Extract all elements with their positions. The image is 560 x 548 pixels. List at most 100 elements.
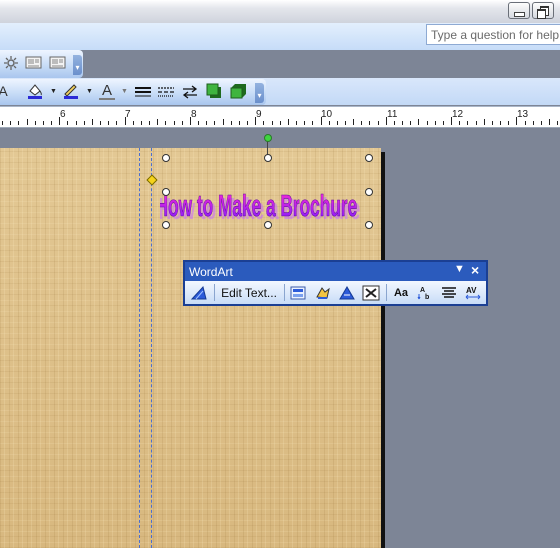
ruler-tick — [263, 121, 264, 125]
ruler-tick — [541, 121, 542, 125]
ruler-tick — [304, 121, 305, 125]
ruler-tick — [427, 121, 428, 125]
insert-wordart-icon[interactable] — [189, 283, 209, 302]
svg-text:A: A — [420, 287, 425, 294]
toolbar-options-icon[interactable]: ▾ — [73, 55, 82, 75]
resize-handle[interactable] — [162, 221, 170, 229]
toolbar-top: ▾ — [0, 50, 83, 78]
ruler-tick — [378, 121, 379, 125]
resize-handle[interactable] — [264, 221, 272, 229]
ruler-tick — [272, 121, 273, 125]
toolbar-dropdown-icon[interactable]: ▼ — [454, 263, 465, 275]
ruler-tick — [280, 121, 281, 125]
ruler-tick — [92, 119, 93, 125]
line-color-icon[interactable] — [62, 82, 80, 100]
ruler-tick — [467, 121, 468, 125]
resize-handle[interactable] — [365, 154, 373, 162]
ruler-tick — [35, 121, 36, 125]
separator — [214, 284, 215, 301]
ruler-tick — [223, 119, 224, 125]
ruler-tick — [239, 121, 240, 125]
picture-placeholder-icon[interactable] — [24, 54, 42, 72]
resize-handle[interactable] — [162, 188, 170, 196]
svg-text:b: b — [425, 294, 429, 301]
hyphenation-icon[interactable] — [2, 54, 20, 72]
resize-handle[interactable] — [264, 154, 272, 162]
resize-handle[interactable] — [365, 221, 373, 229]
font-color-dropdown-icon[interactable]: ▼ — [121, 88, 128, 95]
ruler-tick — [133, 121, 134, 125]
ruler-tick — [174, 121, 175, 125]
ruler-tick — [18, 121, 19, 125]
ruler-number: 6 — [60, 109, 66, 120]
ruler-tick — [402, 121, 403, 125]
picture-placeholder-icon[interactable] — [48, 54, 66, 72]
wordart-toolbar-body: Edit Text... Aa Ab AV — [185, 281, 486, 304]
ruler-number: 8 — [191, 109, 197, 120]
same-letter-heights-icon[interactable]: Aa — [391, 283, 411, 302]
fill-color-dropdown-icon[interactable]: ▼ — [50, 88, 57, 95]
ruler-number: 10 — [321, 109, 333, 120]
resize-handle[interactable] — [162, 154, 170, 162]
line-color-dropdown-icon[interactable]: ▼ — [86, 88, 93, 95]
ruler-tick — [492, 121, 493, 125]
help-search-input[interactable]: Type a question for help — [426, 24, 560, 45]
title-bar — [0, 0, 560, 23]
arrow-style-icon[interactable] — [181, 83, 199, 101]
ruler-tick — [206, 121, 207, 125]
edit-text-button[interactable]: Edit Text... — [219, 283, 279, 302]
minimize-button[interactable] — [508, 2, 530, 19]
ruler-tick — [337, 121, 338, 125]
vertical-text-icon[interactable]: Ab — [415, 283, 435, 302]
wordart-object[interactable]: How to Make a Brochure How to Make a Bro… — [160, 166, 380, 230]
ruler-tick — [369, 121, 370, 125]
ruler-tick — [484, 119, 485, 125]
horizontal-ruler[interactable]: 6 7 8 9 10 11 12 13 — [0, 106, 560, 128]
ruler-tick — [182, 121, 183, 125]
ruler-tick — [410, 121, 411, 125]
wordart-shape-icon[interactable] — [337, 283, 357, 302]
ruler-tick — [345, 121, 346, 125]
ruler-tick — [116, 121, 117, 125]
wordart-toolbar-titlebar[interactable]: WordArt ▼ × — [185, 262, 486, 281]
rotate-handle[interactable] — [264, 134, 272, 142]
margin-guide — [139, 148, 140, 548]
line-style-icon[interactable] — [134, 83, 152, 101]
alignment-icon[interactable] — [439, 283, 459, 302]
ruler-tick — [231, 121, 232, 125]
resize-handle[interactable] — [365, 188, 373, 196]
ruler-tick — [214, 121, 215, 125]
shadow-icon[interactable] — [205, 82, 223, 100]
align-left-icon[interactable]: A — [0, 82, 12, 100]
toolbar-options-icon[interactable]: ▾ — [255, 83, 264, 103]
ruler-tick — [247, 121, 248, 125]
format-wordart-icon[interactable] — [313, 283, 333, 302]
character-spacing-icon[interactable]: AV — [463, 283, 483, 302]
ruler-tick — [2, 121, 3, 125]
ruler-tick — [288, 119, 289, 125]
ruler-tick — [67, 121, 68, 125]
close-icon[interactable]: × — [471, 262, 479, 278]
ruler-tick — [443, 121, 444, 125]
ruler-number: 13 — [517, 109, 529, 120]
ruler-tick — [51, 121, 52, 125]
ruler-tick — [108, 121, 109, 125]
ruler-number: 7 — [125, 109, 131, 120]
ruler-tick — [149, 121, 150, 125]
ruler-tick — [43, 121, 44, 125]
font-color-icon[interactable]: A — [98, 81, 116, 99]
ruler-tick — [500, 121, 501, 125]
ruler-tick — [76, 121, 77, 125]
text-wrapping-icon[interactable] — [361, 283, 381, 302]
toolbar-drawing: A ▼ ▼ A ▼ ▾ — [0, 79, 266, 105]
restore-button[interactable] — [532, 2, 554, 19]
wordart-gallery-icon[interactable] — [289, 283, 309, 302]
dash-style-icon[interactable] — [157, 83, 175, 101]
fill-color-icon[interactable] — [26, 82, 44, 100]
ruler-number: 11 — [387, 109, 398, 120]
ruler-tick — [198, 121, 199, 125]
ruler-tick — [296, 121, 297, 125]
ruler-tick — [549, 119, 550, 125]
3d-icon[interactable] — [229, 82, 247, 100]
ruler-tick — [418, 119, 419, 125]
